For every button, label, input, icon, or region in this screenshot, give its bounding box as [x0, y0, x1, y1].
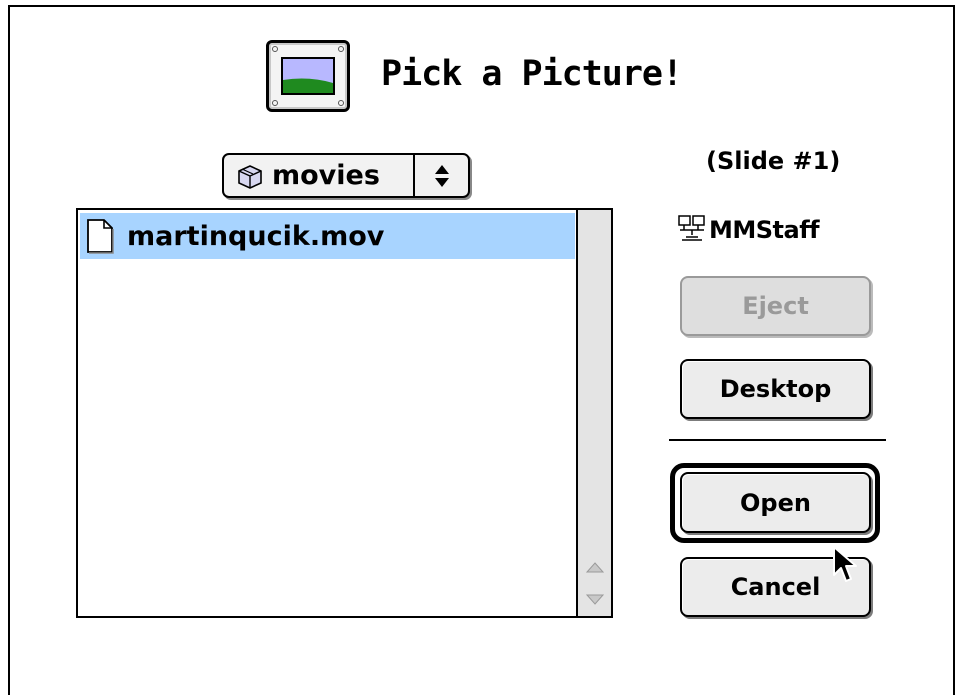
picture-icon — [266, 40, 350, 112]
document-icon — [85, 218, 115, 254]
file-list[interactable]: martinqucik.mov — [76, 208, 613, 618]
folder-icon — [236, 163, 264, 189]
eject-button[interactable]: Eject — [680, 276, 871, 336]
network-volume-icon — [677, 214, 707, 246]
popup-separator — [413, 155, 415, 196]
dialog-title: Pick a Picture! — [381, 54, 683, 94]
list-item[interactable]: martinqucik.mov — [80, 213, 575, 259]
open-button[interactable]: Open — [680, 472, 871, 533]
volume-indicator: MMStaff — [677, 214, 820, 246]
vertical-scrollbar[interactable] — [576, 210, 611, 616]
folder-popup-menu[interactable]: movies — [222, 153, 470, 198]
desktop-button[interactable]: Desktop — [680, 359, 871, 419]
updown-arrows-icon — [422, 161, 462, 191]
slide-label: (Slide #1) — [706, 147, 841, 175]
file-name: martinqucik.mov — [127, 220, 385, 252]
button-divider — [669, 439, 886, 441]
folder-popup-label: movies — [272, 160, 380, 191]
volume-name: MMStaff — [709, 216, 820, 244]
scroll-up-arrow-icon[interactable] — [578, 553, 611, 583]
scroll-down-arrow-icon[interactable] — [578, 584, 611, 614]
mouse-pointer-icon — [831, 545, 861, 591]
